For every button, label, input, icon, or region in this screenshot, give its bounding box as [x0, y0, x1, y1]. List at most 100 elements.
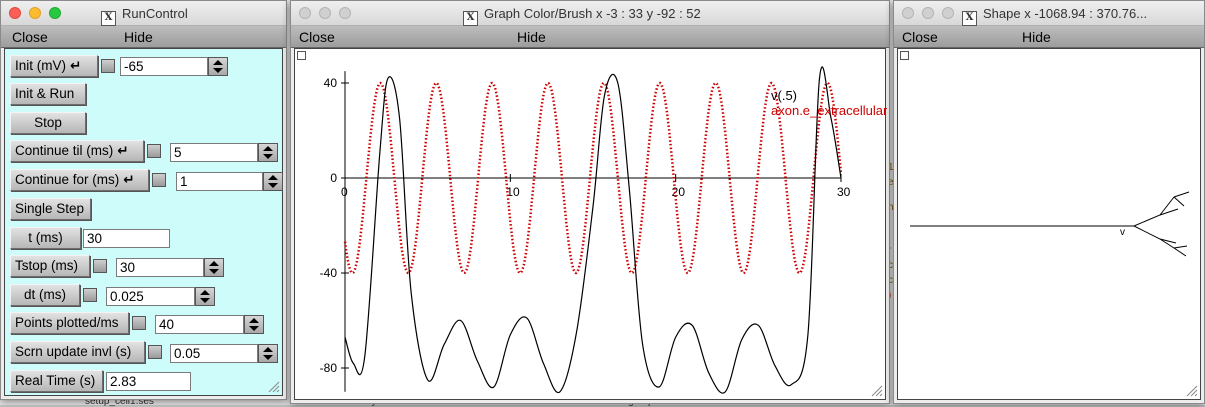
- close-window-button[interactable]: [299, 7, 311, 19]
- enter-icon: ↵: [123, 172, 135, 187]
- close-window-button[interactable]: [9, 7, 21, 19]
- window-controls: [299, 7, 351, 19]
- legend-extracellular: axon.e_extracellular: [771, 103, 887, 118]
- window-title: X RunControl: [101, 6, 188, 26]
- hide-menu[interactable]: Hide: [124, 29, 153, 45]
- close-menu[interactable]: Close: [902, 29, 938, 45]
- stepper-down-icon: [213, 68, 223, 73]
- points-plotted-field[interactable]: 40: [155, 315, 244, 334]
- y-tick-label: -80: [320, 361, 338, 375]
- window-controls: [9, 7, 61, 19]
- zoom-window-button[interactable]: [942, 7, 954, 19]
- hide-menu[interactable]: Hide: [1022, 29, 1051, 45]
- init-value-field[interactable]: -65: [120, 57, 208, 76]
- real-time-button[interactable]: Real Time (s): [10, 370, 103, 392]
- continue-til-button[interactable]: Continue til (ms) ↵: [10, 140, 144, 162]
- hide-menu[interactable]: Hide: [517, 29, 546, 45]
- x11-icon: X: [101, 11, 116, 26]
- continue-for-stepper[interactable]: [263, 172, 283, 191]
- zoom-window-button[interactable]: [49, 7, 61, 19]
- stepper-up-icon: [249, 318, 259, 323]
- stepper-up-icon: [263, 146, 273, 151]
- init-label: Init (mV): [15, 58, 67, 73]
- stepper-down-icon: [268, 183, 278, 188]
- enter-icon: ↵: [117, 143, 129, 158]
- graph-window: X Graph Color/Brush x -3 : 33 y -92 : 52 …: [290, 0, 890, 404]
- close-window-button[interactable]: [902, 7, 914, 19]
- stepper-up-icon: [268, 175, 278, 180]
- voltage-graph: 0 10 20 30400-40-80 v(.5) axon.e_extracellu…: [320, 66, 887, 394]
- window-title: X Graph Color/Brush x -3 : 33 y -92 : 52: [463, 6, 701, 26]
- init-checkbox[interactable]: [101, 59, 115, 73]
- scrn-update-checkbox[interactable]: [148, 345, 162, 359]
- minimize-window-button[interactable]: [922, 7, 934, 19]
- resize-grip-icon[interactable]: [268, 381, 280, 393]
- zoom-window-button[interactable]: [339, 7, 351, 19]
- graph-menubar: Close Hide: [291, 26, 889, 48]
- resize-grip-icon[interactable]: [1186, 385, 1198, 397]
- enter-icon: ↵: [70, 58, 82, 73]
- x-tick-label: 20: [672, 185, 686, 199]
- continue-for-button[interactable]: Continue for (ms) ↵: [10, 169, 149, 191]
- init-stepper[interactable]: [208, 57, 228, 76]
- dt-field[interactable]: 0.025: [106, 287, 195, 306]
- stepper-down-icon: [200, 298, 210, 303]
- tstop-field[interactable]: 30: [116, 258, 204, 277]
- runcontrol-titlebar[interactable]: X RunControl: [1, 1, 286, 26]
- scrn-update-button[interactable]: Scrn update invl (s): [10, 341, 145, 363]
- stepper-down-icon: [249, 326, 259, 331]
- points-plotted-button[interactable]: Points plotted/ms: [10, 312, 129, 334]
- close-menu[interactable]: Close: [299, 29, 335, 45]
- real-time-field[interactable]: 2.83: [106, 372, 191, 391]
- dt-button[interactable]: dt (ms): [10, 284, 80, 306]
- continue-til-label: Continue til (ms): [15, 143, 114, 158]
- stepper-up-icon: [263, 347, 273, 352]
- window-title: X Shape x -1068.94 : 370.76...: [962, 6, 1147, 26]
- v-series-line: [344, 66, 842, 394]
- shape-menubar: Close Hide: [894, 26, 1204, 48]
- window-controls: [902, 7, 954, 19]
- shape-canvas[interactable]: v: [897, 48, 1201, 400]
- dt-checkbox[interactable]: [83, 288, 97, 302]
- init-run-button[interactable]: Init & Run: [10, 83, 86, 105]
- close-menu[interactable]: Close: [12, 29, 48, 45]
- shape-titlebar[interactable]: X Shape x -1068.94 : 370.76...: [894, 1, 1204, 26]
- t-button[interactable]: t (ms): [10, 227, 81, 249]
- y-tick-label: 0: [330, 171, 337, 185]
- graph-canvas[interactable]: 0 10 20 30 40 0 -40 -80 v(.5) axon.e_extracellu…: [294, 48, 887, 400]
- dt-stepper[interactable]: [195, 287, 215, 306]
- init-button[interactable]: Init (mV) ↵: [10, 55, 98, 77]
- single-step-button[interactable]: Single Step: [10, 198, 91, 220]
- t-value-field[interactable]: 30: [83, 229, 170, 248]
- graph-title: Graph Color/Brush x -3 : 33 y -92 : 52: [484, 6, 701, 21]
- resize-grip-icon[interactable]: [871, 385, 883, 397]
- shape-title: Shape x -1068.94 : 370.76...: [983, 6, 1148, 21]
- points-plotted-stepper[interactable]: [244, 315, 264, 334]
- runcontrol-menubar: Close Hide: [1, 26, 286, 48]
- neuron-morphology: v: [910, 191, 1190, 257]
- continue-for-field[interactable]: 1: [176, 172, 263, 191]
- stop-button[interactable]: Stop: [10, 112, 86, 134]
- points-plotted-checkbox[interactable]: [132, 316, 146, 330]
- scrn-update-field[interactable]: 0.05: [170, 344, 258, 363]
- y-tick-label: -40: [320, 266, 338, 280]
- continue-for-checkbox[interactable]: [152, 173, 166, 187]
- neuron-marker: v: [1120, 227, 1125, 238]
- tstop-stepper[interactable]: [204, 258, 224, 277]
- continue-til-stepper[interactable]: [258, 143, 278, 162]
- continue-for-label: Continue for (ms): [15, 172, 120, 187]
- graph-titlebar[interactable]: X Graph Color/Brush x -3 : 33 y -92 : 52: [291, 1, 889, 26]
- minimize-window-button[interactable]: [319, 7, 331, 19]
- stepper-up-icon: [213, 60, 223, 65]
- tstop-checkbox[interactable]: [93, 259, 107, 273]
- runcontrol-panel: Init (mV) ↵ -65 Init & Run Stop Continue …: [4, 48, 283, 396]
- x-tick-label: 30: [837, 185, 851, 199]
- stepper-up-icon: [209, 261, 219, 266]
- scrn-update-stepper[interactable]: [258, 344, 278, 363]
- minimize-window-button[interactable]: [29, 7, 41, 19]
- continue-til-field[interactable]: 5: [170, 143, 258, 162]
- x-tick-label: 0: [341, 185, 348, 199]
- shape-window: X Shape x -1068.94 : 370.76... Close Hide…: [893, 0, 1205, 404]
- continue-til-checkbox[interactable]: [147, 144, 161, 158]
- tstop-button[interactable]: Tstop (ms): [10, 255, 90, 277]
